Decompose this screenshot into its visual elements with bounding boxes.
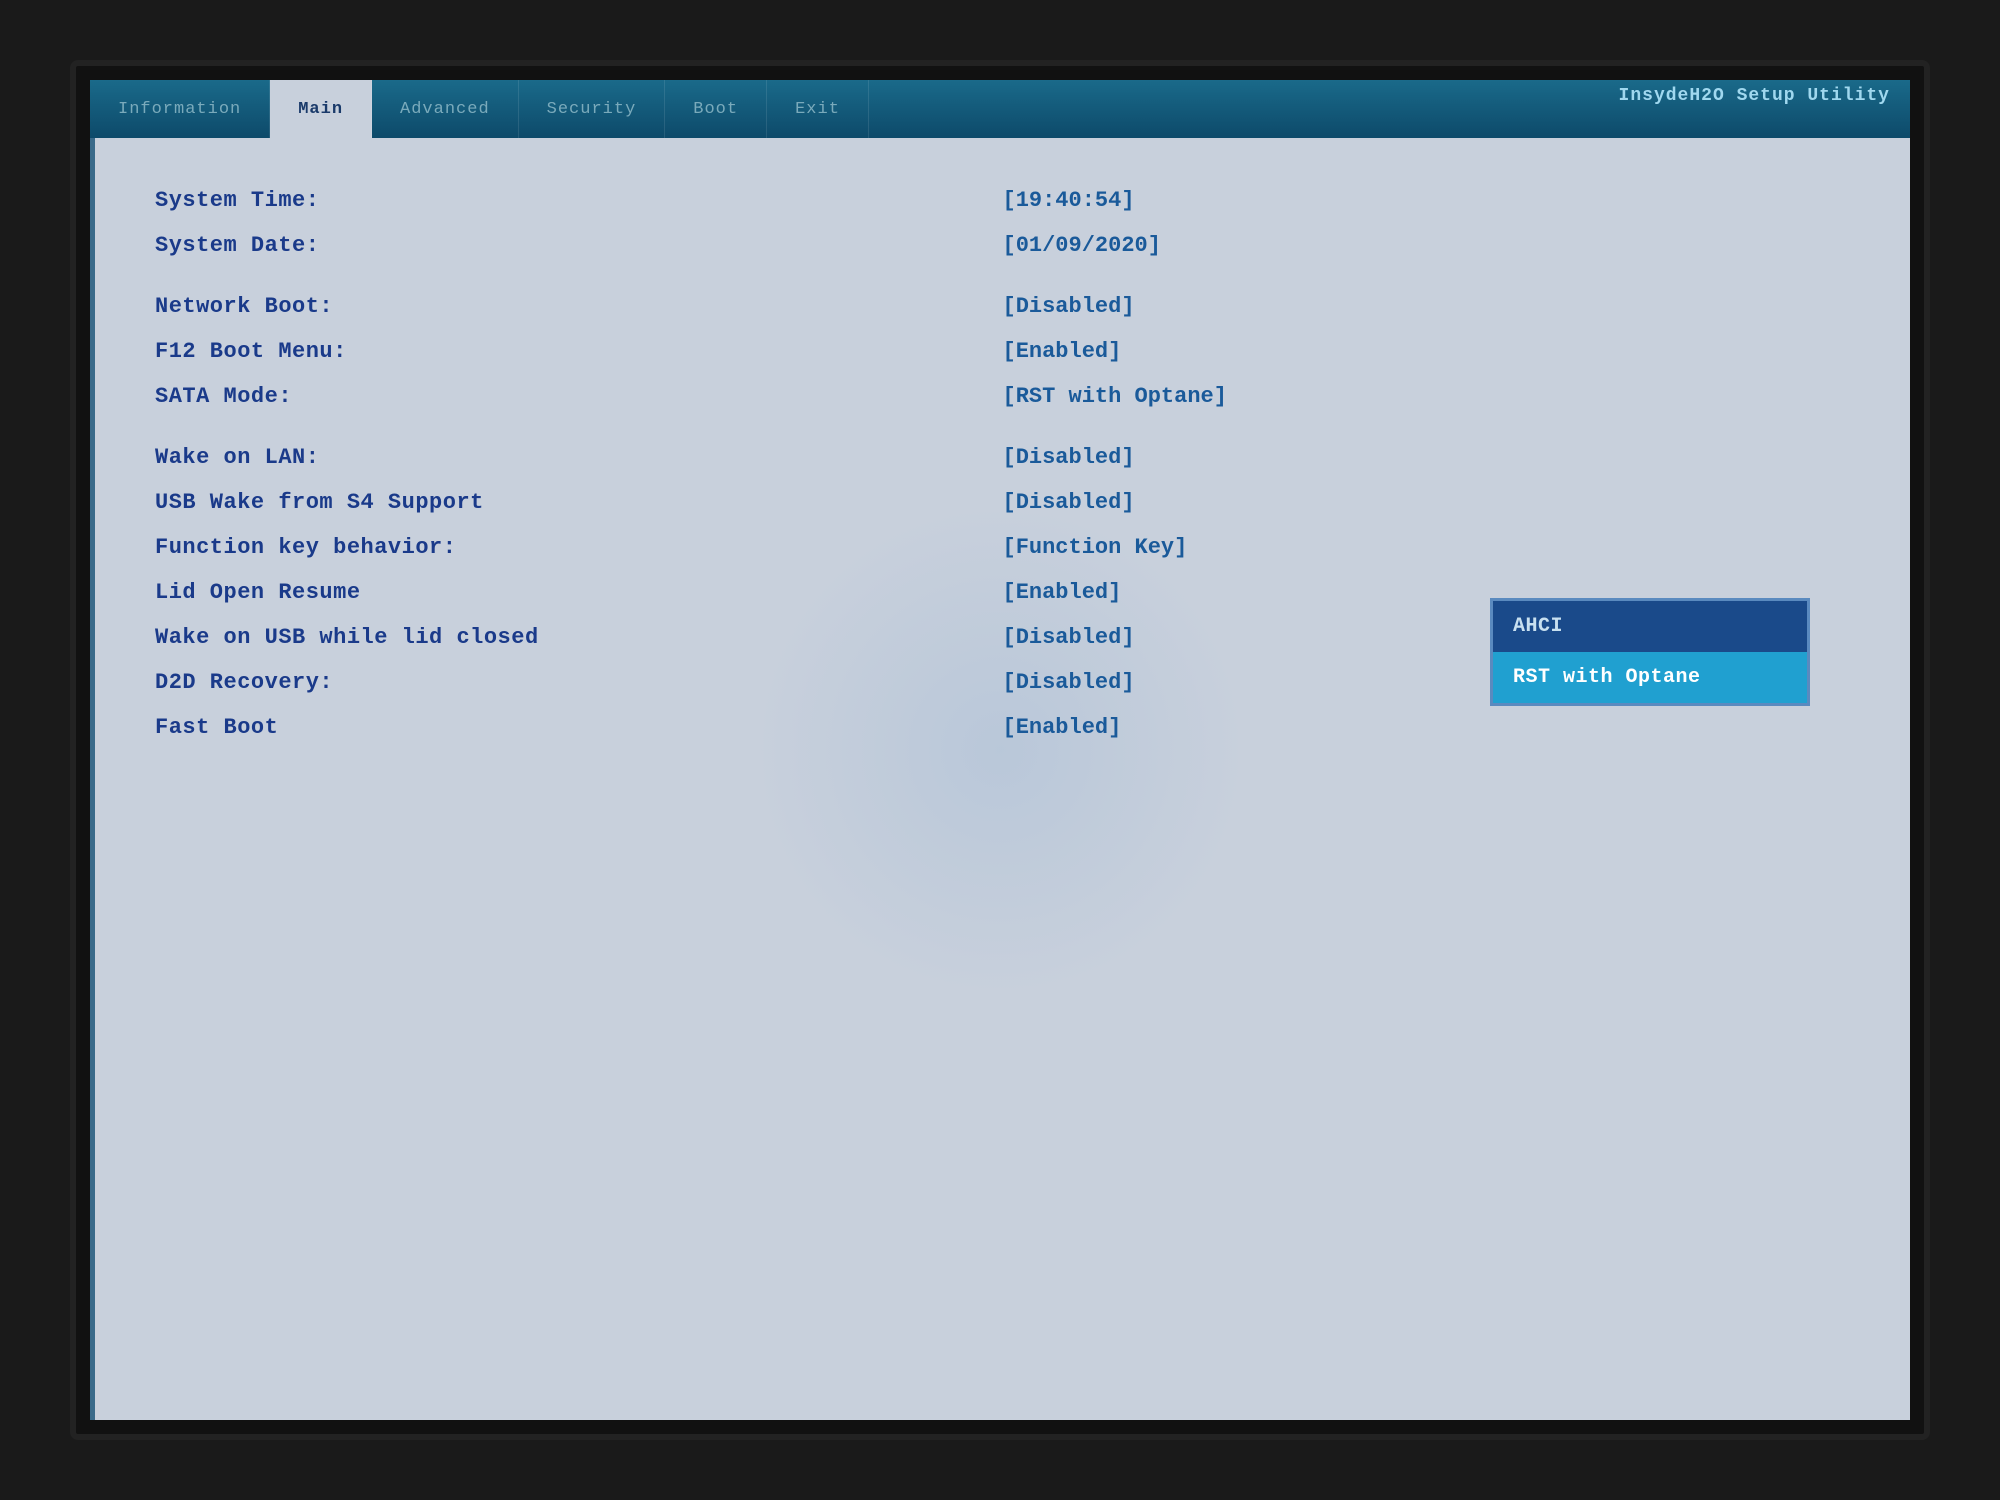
- wake-on-lan-label: Wake on LAN:: [155, 435, 1003, 480]
- system-date-label: System Date:: [155, 223, 1003, 268]
- f12-boot-menu-value[interactable]: [Enabled]: [1003, 329, 1851, 374]
- usb-wake-label: USB Wake from S4 Support: [155, 480, 1003, 525]
- function-key-label: Function key behavior:: [155, 525, 1003, 570]
- tab-advanced[interactable]: Advanced: [372, 80, 519, 138]
- tab-boot[interactable]: Boot: [665, 80, 767, 138]
- sata-mode-value[interactable]: [RST with Optane]: [1003, 374, 1851, 419]
- spacer-1: [155, 268, 1850, 284]
- sata-mode-dropdown: AHCI RST with Optane: [1490, 598, 1810, 706]
- wake-usb-lid-label: Wake on USB while lid closed: [155, 615, 1003, 660]
- function-key-value[interactable]: [Function Key]: [1003, 525, 1851, 570]
- system-date-value[interactable]: [01/09/2020]: [1003, 223, 1851, 268]
- bios-title: InsydeH2O Setup Utility: [1619, 86, 1890, 106]
- tab-information[interactable]: Information: [90, 80, 270, 138]
- header-bar: Information Main Advanced Security Boot …: [90, 80, 1910, 138]
- f12-boot-menu-label: F12 Boot Menu:: [155, 329, 1003, 374]
- spacer-2: [155, 419, 1850, 435]
- tab-security[interactable]: Security: [519, 80, 666, 138]
- tab-exit[interactable]: Exit: [767, 80, 869, 138]
- main-content: System Time: [19:40:54] System Date: [01…: [90, 138, 1910, 1420]
- sata-mode-label: SATA Mode:: [155, 374, 1003, 419]
- fast-boot-value[interactable]: [Enabled]: [1003, 705, 1851, 750]
- fast-boot-label: Fast Boot: [155, 705, 1003, 750]
- usb-wake-value[interactable]: [Disabled]: [1003, 480, 1851, 525]
- nav-tabs: Information Main Advanced Security Boot …: [90, 80, 869, 138]
- screen-outer: Information Main Advanced Security Boot …: [70, 60, 1930, 1440]
- network-boot-value[interactable]: [Disabled]: [1003, 284, 1851, 329]
- lid-open-label: Lid Open Resume: [155, 570, 1003, 615]
- wake-on-lan-value[interactable]: [Disabled]: [1003, 435, 1851, 480]
- d2d-recovery-label: D2D Recovery:: [155, 660, 1003, 705]
- dropdown-item-ahci[interactable]: AHCI: [1493, 601, 1807, 652]
- system-time-value[interactable]: [19:40:54]: [1003, 178, 1851, 223]
- system-time-label: System Time:: [155, 178, 1003, 223]
- network-boot-label: Network Boot:: [155, 284, 1003, 329]
- bios-screen: Information Main Advanced Security Boot …: [90, 80, 1910, 1420]
- dropdown-item-rst[interactable]: RST with Optane: [1493, 652, 1807, 703]
- tab-main[interactable]: Main: [270, 80, 372, 138]
